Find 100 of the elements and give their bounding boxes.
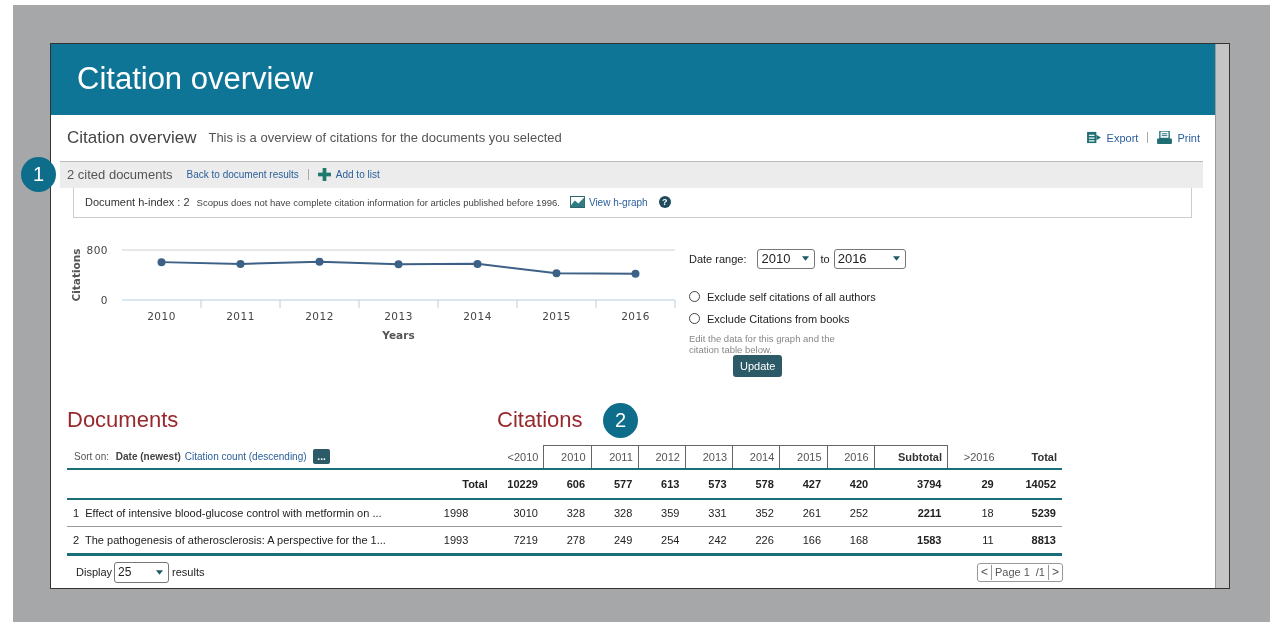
back-link[interactable]: Back to document results <box>186 169 299 180</box>
column-header: 2013 <box>685 445 733 469</box>
next-page-button[interactable]: > <box>1048 564 1062 580</box>
total-cell: 420 <box>827 469 875 499</box>
results-label: results <box>172 566 205 578</box>
checkbox-label: Exclude self citations of all authors <box>707 290 876 303</box>
table-cell: 328 <box>591 499 639 527</box>
data-point <box>315 257 324 266</box>
page-header-title: Citation overview <box>77 61 314 98</box>
h-index-label: Document h-index : 2 <box>85 196 190 208</box>
sort-label: Sort on: <box>74 451 110 462</box>
h-graph-link[interactable]: View h-graph <box>588 196 648 208</box>
caret-icon <box>802 256 810 261</box>
scrollbar[interactable] <box>1215 44 1229 588</box>
previous-page-button[interactable]: < <box>977 564 992 580</box>
table-cell: 168 <box>827 526 875 555</box>
table-cell: 252 <box>827 499 875 527</box>
table-cell: 261 <box>779 499 828 527</box>
to-year-select[interactable]: 2016 <box>833 248 906 269</box>
column-header: >2016 <box>947 445 1000 469</box>
x-axis-label: Years <box>382 328 415 341</box>
total-cell: 10229 <box>493 469 544 499</box>
graph-icon[interactable] <box>569 196 585 208</box>
help-button[interactable]: ? <box>658 196 671 208</box>
table-cell: 8813 <box>999 526 1062 555</box>
x-tick-label: 2013 <box>384 309 413 322</box>
x-tick-label: 2011 <box>226 309 255 322</box>
callout-badge: 1 <box>21 157 56 192</box>
section-subtitle: This is a overview of citations for the documents you selected <box>208 130 562 145</box>
y-axis-label: Citations <box>70 248 82 301</box>
documents-heading: Documents <box>67 406 180 433</box>
column-header: Subtotal <box>874 445 948 469</box>
page-count: /1 <box>1034 566 1046 578</box>
plus-icon[interactable] <box>317 168 331 181</box>
help-text: Edit the data for this graph and the citation table below. <box>689 332 836 355</box>
total-cell: 578 <box>732 469 780 499</box>
add-to-list-link[interactable]: Add to list <box>335 169 380 180</box>
cited-count: 2 cited documents <box>67 167 173 182</box>
printer-icon[interactable] <box>1157 131 1173 144</box>
print-link[interactable]: Print <box>1177 131 1200 144</box>
table-cell: 242 <box>685 526 733 555</box>
table-cell: 249 <box>591 526 639 555</box>
table-cell: 2211 <box>874 499 948 527</box>
data-point <box>552 268 561 277</box>
x-tick-label: 2016 <box>621 309 650 322</box>
data-point <box>631 269 640 278</box>
total-cell: 29 <box>947 469 1000 499</box>
h-index-note: Scopus does not have complete citation information for articles published before 1996. <box>196 196 560 208</box>
checkbox-label: Exclude Citations from books <box>707 312 850 325</box>
total-cell: 14052 <box>999 469 1062 499</box>
section-title: Citation overview <box>67 127 197 148</box>
data-point <box>394 259 403 268</box>
data-point <box>473 259 482 268</box>
x-tick-label: 2015 <box>542 309 571 322</box>
total-cell: 573 <box>685 469 733 499</box>
page-number: Page 1 <box>993 566 1031 578</box>
table-cell: 18 <box>947 499 1000 527</box>
column-header: 2012 <box>638 445 686 469</box>
export-link[interactable]: Export <box>1106 131 1139 144</box>
display-label: Display <box>76 566 113 578</box>
x-tick-label: 2010 <box>147 309 176 322</box>
caret-icon <box>156 569 164 575</box>
column-header: 2011 <box>591 445 639 469</box>
caret-icon <box>892 256 900 261</box>
to-label: to <box>820 252 830 265</box>
table-cell: 226 <box>732 526 780 555</box>
column-header: 2010 <box>543 445 592 469</box>
document-title[interactable]: 2 The pathogenesis of atherosclerosis: A perspective for the 1... <box>67 526 419 555</box>
column-header: 2014 <box>732 445 780 469</box>
column-header: 2015 <box>779 445 828 469</box>
total-cell: 606 <box>543 469 592 499</box>
data-point <box>157 257 166 266</box>
update-button[interactable]: Update <box>733 354 783 377</box>
table-cell: 11 <box>947 526 1000 555</box>
citations-heading: Citations <box>497 406 583 433</box>
sort-option[interactable]: Citation count (descending) <box>184 451 307 462</box>
column-header: <2010 <box>493 445 544 469</box>
sort-option[interactable]: Date (newest) <box>115 451 181 462</box>
column-header: Total <box>999 445 1062 469</box>
table-cell: 1583 <box>874 526 948 555</box>
table-cell: 3010 <box>493 499 544 527</box>
total-cell: 577 <box>591 469 639 499</box>
year-cell: 1993 <box>418 526 494 555</box>
table-cell: 331 <box>685 499 733 527</box>
document-title[interactable]: 1 Effect of intensive blood-glucose control with metformin on ... <box>67 499 419 527</box>
x-tick-label: 2012 <box>305 309 334 322</box>
data-point <box>236 259 245 268</box>
total-cell: 3794 <box>874 469 948 499</box>
from-year-select[interactable]: 2010 <box>757 248 816 269</box>
column-header: 2016 <box>827 445 875 469</box>
table-cell: 359 <box>638 499 686 527</box>
x-tick-label: 2014 <box>463 309 492 322</box>
table-cell: 278 <box>543 526 592 555</box>
y-tick-label: 0 <box>100 293 108 306</box>
page-size-select[interactable]: 25 <box>114 561 170 583</box>
more-button[interactable]: ... <box>313 449 330 464</box>
table-cell: 7219 <box>493 526 544 555</box>
table-cell: 166 <box>779 526 828 555</box>
date-range-label: Date range: <box>689 252 747 265</box>
export-icon[interactable] <box>1086 131 1102 144</box>
